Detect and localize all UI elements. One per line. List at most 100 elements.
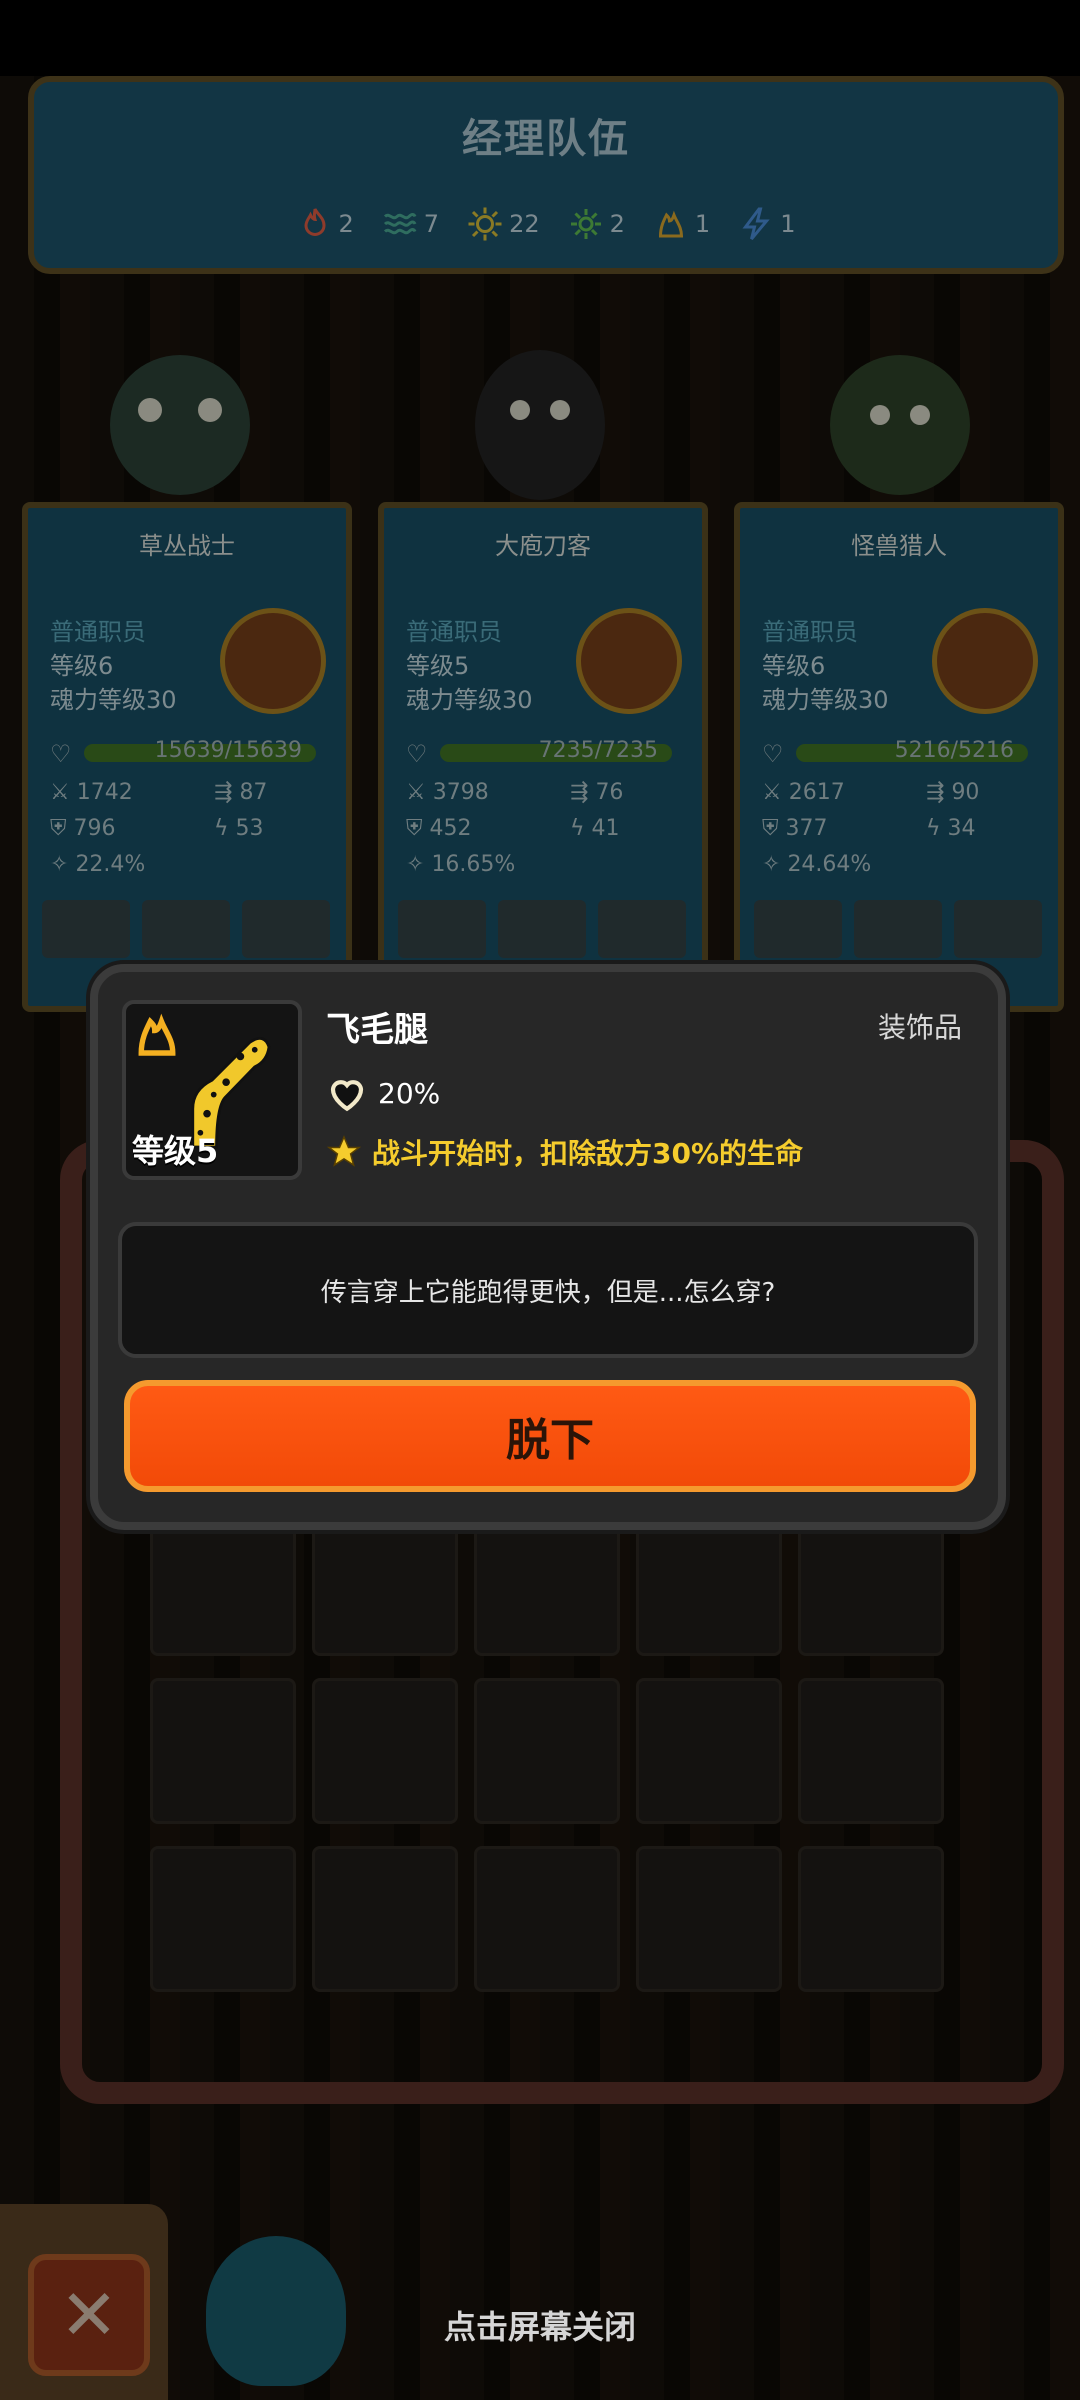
- hero-card-1[interactable]: 草丛战士 普通职员 等级6 魂力等级30 ♡ 15639/15639 ⚔ 174…: [22, 502, 352, 1012]
- crit-value: 22.4%: [75, 852, 146, 877]
- element-sun: 22: [467, 206, 540, 242]
- energy-value: 53: [235, 816, 264, 841]
- item-detail-modal: 等级5 飞毛腿 装饰品 20% 战斗开始时，扣除敌方30%的生命 传言穿上它能跑…: [90, 964, 1006, 1530]
- equipment-slot[interactable]: [854, 900, 942, 958]
- attack-value: 2617: [788, 780, 845, 805]
- gear-leaf-icon: [570, 209, 601, 239]
- energy-value: 34: [947, 816, 976, 841]
- equipment-slots: [42, 900, 332, 960]
- inventory-slot[interactable]: [150, 1510, 296, 1656]
- attack-stat: ⚔ 2617: [762, 780, 845, 805]
- star-icon: [326, 1135, 362, 1167]
- equipment-slot[interactable]: [398, 900, 486, 958]
- energy-value: 41: [591, 816, 620, 841]
- defense-stat: ⛨ 796: [50, 816, 116, 841]
- inventory-slot[interactable]: [636, 1678, 782, 1824]
- heart-icon: [330, 1080, 364, 1112]
- hero-rank: 普通职员: [762, 618, 858, 646]
- speed-stat: ⇶ 90: [926, 780, 980, 805]
- energy-stat: ϟ 53: [214, 816, 264, 841]
- crit-value: 24.64%: [787, 852, 872, 877]
- hero-name: 怪兽猎人: [851, 532, 947, 560]
- sun-icon: [468, 207, 502, 241]
- element-flame-count: 1: [694, 210, 711, 238]
- element-fire: 2: [297, 206, 354, 242]
- inventory-slot[interactable]: [636, 1510, 782, 1656]
- speed-value: 90: [951, 780, 980, 805]
- hero-level: 等级6: [50, 652, 114, 680]
- inventory-slot[interactable]: [798, 1846, 944, 1992]
- item-icon-box: 等级5: [122, 1000, 302, 1180]
- hero-portrait-3[interactable]: [800, 330, 1000, 510]
- item-stat-value: 20%: [378, 1076, 441, 1110]
- equipment-slot[interactable]: [754, 900, 842, 958]
- element-lightning-count: 1: [780, 210, 796, 238]
- tap-to-close-hint[interactable]: 点击屏幕关闭: [0, 2302, 1080, 2348]
- team-header: 经理队伍 2 7 22 2 1 1: [28, 76, 1064, 274]
- hero-rank: 普通职员: [50, 618, 146, 646]
- status-bar: [0, 0, 1080, 76]
- element-sun-count: 22: [509, 210, 540, 238]
- element-water: 7: [382, 206, 439, 242]
- inventory-slot[interactable]: [636, 1846, 782, 1992]
- hero-portrait-1[interactable]: [80, 330, 280, 510]
- equipment-slot[interactable]: [142, 900, 230, 958]
- inventory-slot[interactable]: [798, 1510, 944, 1656]
- equipment-slot[interactable]: [954, 900, 1042, 958]
- defense-stat: ⛨ 377: [762, 816, 828, 841]
- lightning-icon: [742, 207, 770, 240]
- inventory-slot[interactable]: [474, 1510, 620, 1656]
- defense-value: 452: [429, 816, 472, 841]
- attack-stat: ⚔ 3798: [406, 780, 489, 805]
- heart-icon: ♡: [406, 740, 428, 768]
- equipment-slot[interactable]: [242, 900, 330, 958]
- element-water-count: 7: [423, 210, 440, 238]
- hero-card-3[interactable]: 怪兽猎人 普通职员 等级6 魂力等级30 ♡ 5216/5216 ⚔ 2617 …: [734, 502, 1064, 1012]
- inventory-slot[interactable]: [474, 1846, 620, 1992]
- hero-rank: 普通职员: [406, 618, 502, 646]
- inventory-slot[interactable]: [312, 1846, 458, 1992]
- inventory-slot[interactable]: [798, 1678, 944, 1824]
- hero-card-2[interactable]: 大庖刀客 普通职员 等级5 魂力等级30 ♡ 7235/7235 ⚔ 3798 …: [378, 502, 708, 1012]
- element-fire-count: 2: [338, 210, 354, 238]
- unequip-button[interactable]: 脱下: [124, 1380, 976, 1492]
- inventory-slot[interactable]: [150, 1678, 296, 1824]
- hero-level: 等级5: [406, 652, 470, 680]
- crit-value: 16.65%: [431, 852, 516, 877]
- hero-portrait-2[interactable]: [440, 330, 640, 510]
- element-counts: 2 7 22 2 1 1: [34, 206, 1058, 242]
- heart-icon: ♡: [50, 740, 72, 768]
- attack-stat: ⚔ 1742: [50, 780, 133, 805]
- energy-stat: ϟ 34: [926, 816, 976, 841]
- energy-stat: ϟ 41: [570, 816, 620, 841]
- inventory-slot[interactable]: [312, 1510, 458, 1656]
- heart-icon: ♡: [762, 740, 784, 768]
- defense-stat: ⛨ 452: [406, 816, 472, 841]
- hero-level: 等级6: [762, 652, 826, 680]
- element-flame: 1: [653, 206, 710, 242]
- item-name: 飞毛腿: [326, 1010, 428, 1050]
- equipment-slot[interactable]: [598, 900, 686, 958]
- inventory-slot[interactable]: [474, 1678, 620, 1824]
- hero-soul-level: 魂力等级30: [762, 686, 889, 714]
- attack-value: 3798: [432, 780, 489, 805]
- hp-row: ♡ 15639/15639: [50, 738, 320, 768]
- equipment-slot[interactable]: [498, 900, 586, 958]
- team-title: 经理队伍: [462, 116, 630, 162]
- inventory-grid: [150, 1510, 944, 1992]
- hero-class-badge: [576, 608, 682, 714]
- equipment-slot[interactable]: [42, 900, 130, 958]
- item-effect: 战斗开始时，扣除敌方30%的生命: [326, 1132, 803, 1172]
- element-gear: 2: [568, 206, 625, 242]
- crit-stat: ✧ 24.64%: [762, 852, 872, 877]
- crit-stat: ✧ 16.65%: [406, 852, 516, 877]
- hero-soul-level: 魂力等级30: [406, 686, 533, 714]
- hp-value: 5216/5216: [894, 738, 1014, 763]
- inventory-slot[interactable]: [312, 1678, 458, 1824]
- crit-stat: ✧ 22.4%: [50, 852, 146, 877]
- water-wave-icon: [383, 213, 417, 235]
- hero-soul-level: 魂力等级30: [50, 686, 177, 714]
- inventory-slot[interactable]: [150, 1846, 296, 1992]
- speed-stat: ⇶ 76: [570, 780, 624, 805]
- flame-outline-icon: [658, 210, 683, 238]
